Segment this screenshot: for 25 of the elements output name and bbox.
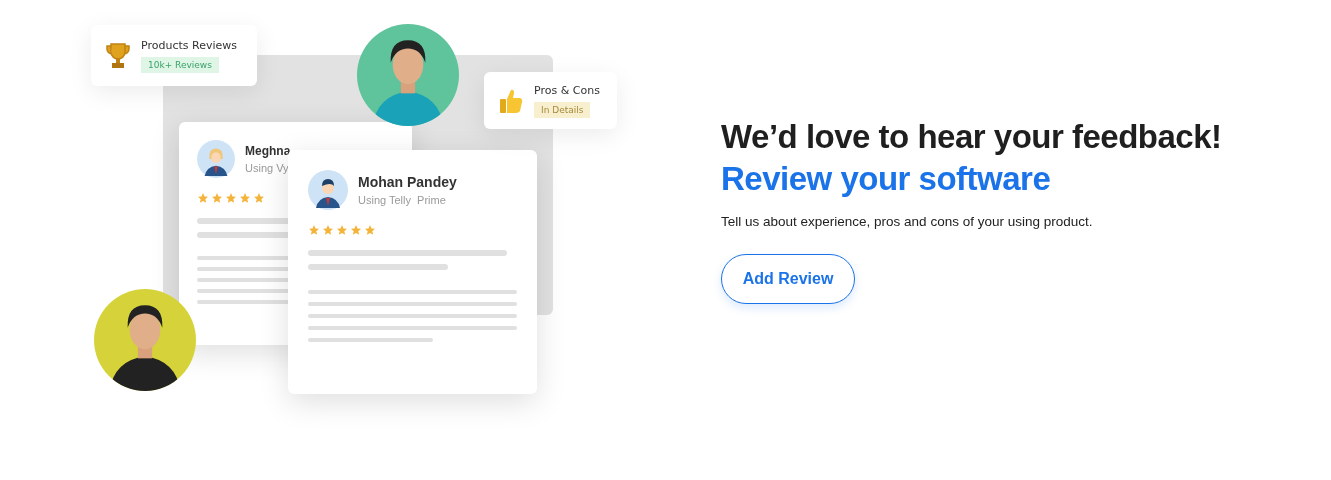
star-icon (308, 224, 320, 236)
subheading: Review your software (721, 160, 1051, 198)
description: Tell us about experience, pros and cons of your using product. (721, 214, 1093, 229)
reviewer-name: Mohan Pandey (358, 174, 457, 190)
star-icon (350, 224, 362, 236)
trophy-icon (105, 41, 131, 70)
star-icon (336, 224, 348, 236)
star-icon (239, 192, 251, 204)
star-icon (253, 192, 265, 204)
product-name: Using Vy (245, 162, 290, 174)
avatar-icon (197, 140, 235, 178)
product-name: Using Telly Prime (358, 194, 447, 206)
star-icon (364, 224, 376, 236)
avatar-icon (308, 170, 348, 210)
star-icon (322, 224, 334, 236)
badge-title: Products Reviews (141, 38, 237, 52)
heading: We’d love to hear your feedback! (721, 118, 1222, 156)
star-icon (225, 192, 237, 204)
badge-tag: 10k+ Reviews (141, 56, 219, 73)
add-review-button[interactable]: Add Review (721, 254, 855, 304)
badge-tag: In Details (534, 101, 591, 118)
star-icon (197, 192, 209, 204)
reviewer-name: Meghna (245, 144, 291, 158)
badge-title: Pros & Cons (534, 83, 600, 97)
star-icon (211, 192, 223, 204)
